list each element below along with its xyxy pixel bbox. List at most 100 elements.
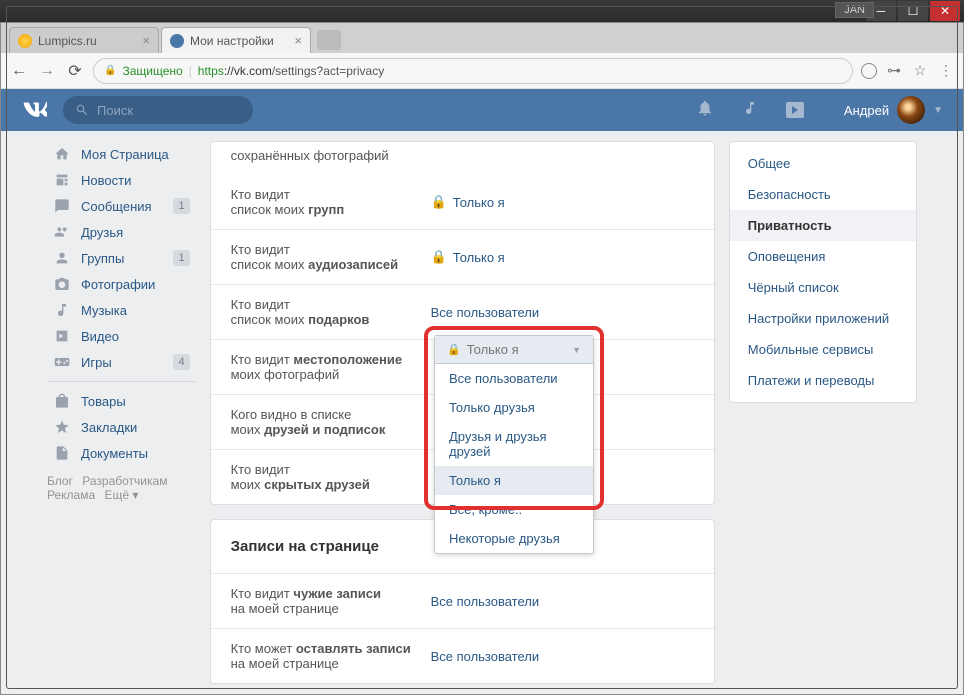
titlebar-label: JAN (835, 2, 874, 18)
footer-more[interactable]: Ещё ▾ (104, 488, 138, 502)
search-icon (75, 103, 89, 117)
secure-label: Защищено (122, 64, 182, 78)
star-icon (53, 419, 71, 435)
footer-links: Блог Разработчикам Реклама Ещё ▾ (47, 474, 196, 502)
news-icon (53, 172, 71, 188)
chevron-down-icon: ▼ (933, 105, 943, 116)
tab-blacklist[interactable]: Чёрный список (730, 272, 916, 303)
badge: 1 (173, 198, 189, 214)
nav-mypage[interactable]: Моя Страница (47, 141, 196, 167)
username-label: Андрей (844, 103, 889, 118)
close-icon[interactable]: × (294, 33, 302, 48)
search-input[interactable]: Поиск (63, 96, 253, 124)
favicon-vk (170, 34, 184, 48)
nav-news[interactable]: Новости (47, 167, 196, 193)
music-icon[interactable] (742, 100, 758, 121)
groups-icon (53, 250, 71, 266)
lock-icon: 🔒 (447, 343, 461, 356)
extension-icon[interactable] (861, 63, 877, 79)
dropdown-selected[interactable]: 🔒 Только я ▼ (435, 336, 593, 364)
setting-row-leave-posts: Кто может оставлять записина моей страни… (211, 629, 714, 683)
window-maximize-button[interactable]: ☐ (898, 1, 928, 21)
footer-blog[interactable]: Блог (47, 474, 73, 488)
nav-video[interactable]: Видео (47, 323, 196, 349)
tab-payments[interactable]: Платежи и переводы (730, 365, 916, 396)
avatar (897, 96, 925, 124)
dropdown-option[interactable]: Некоторые друзья (435, 524, 593, 553)
nav-bookmarks[interactable]: Закладки (47, 414, 196, 440)
tab-vk-settings[interactable]: Мои настройки × (161, 27, 311, 53)
nav-groups[interactable]: Группы1 (47, 245, 196, 271)
favicon-lumpics (18, 34, 32, 48)
setting-value[interactable]: Все пользователи (431, 641, 694, 671)
key-icon[interactable]: ⊶ (885, 62, 903, 79)
setting-row-gifts: Кто видитсписок моих подарков Все пользо… (211, 285, 714, 340)
video-icon (53, 328, 71, 344)
nav-music[interactable]: Музыка (47, 297, 196, 323)
menu-icon[interactable]: ⋮ (937, 62, 955, 79)
url-input[interactable]: 🔒 Защищено | https://vk.com/settings?act… (93, 58, 853, 84)
tab-general[interactable]: Общее (730, 148, 916, 179)
reload-button[interactable]: ⟳ (65, 61, 85, 81)
tab-privacy[interactable]: Приватность (730, 210, 916, 241)
setting-value[interactable]: Все пользователи (431, 297, 694, 327)
bag-icon (53, 393, 71, 409)
tab-label: Lumpics.ru (38, 34, 97, 48)
games-icon (53, 354, 71, 370)
setting-row-audio: Кто видитсписок моих аудиозаписей 🔒Тольк… (211, 230, 714, 285)
setting-row-groups: Кто видитсписок моих групп 🔒Только я (211, 175, 714, 230)
close-icon[interactable]: × (142, 33, 150, 48)
dropdown-option[interactable]: Друзья и друзья друзей (435, 422, 593, 466)
nav-photos[interactable]: Фотографии (47, 271, 196, 297)
tab-label: Мои настройки (190, 34, 274, 48)
doc-icon (53, 445, 71, 461)
badge: 4 (173, 354, 189, 370)
tab-security[interactable]: Безопасность (730, 179, 916, 210)
dropdown-option[interactable]: Только друзья (435, 393, 593, 422)
forward-button[interactable]: → (37, 62, 57, 80)
home-icon (53, 146, 71, 162)
notifications-icon[interactable] (696, 99, 714, 122)
tab-lumpics[interactable]: Lumpics.ru × (9, 27, 159, 53)
setting-value[interactable]: 🔒Только я (431, 187, 694, 217)
messages-icon (53, 198, 71, 214)
badge: 1 (173, 250, 189, 266)
new-tab-button[interactable] (317, 30, 341, 50)
friends-icon (53, 224, 71, 240)
camera-icon (53, 276, 71, 292)
tab-mobile[interactable]: Мобильные сервисы (730, 334, 916, 365)
user-menu[interactable]: Андрей ▼ (844, 96, 943, 124)
setting-value[interactable]: Все пользователи (431, 586, 694, 616)
footer-devs[interactable]: Разработчикам (82, 474, 167, 488)
nav-messages[interactable]: Сообщения1 (47, 193, 196, 219)
vk-header: Поиск Андрей ▼ (1, 89, 963, 131)
dropdown-option[interactable]: Все, кроме.. (435, 495, 593, 524)
privacy-dropdown[interactable]: 🔒 Только я ▼ Все пользователи Только дру… (434, 335, 594, 554)
window-close-button[interactable]: ✕ (930, 1, 960, 21)
search-placeholder: Поиск (97, 103, 133, 118)
nav-friends[interactable]: Друзья (47, 219, 196, 245)
window-titlebar: JAN ─ ☐ ✕ (0, 0, 964, 22)
nav-docs[interactable]: Документы (47, 440, 196, 466)
back-button[interactable]: ← (9, 62, 29, 80)
tab-strip: Lumpics.ru × Мои настройки × (1, 23, 963, 53)
left-nav: Моя Страница Новости Сообщения1 Друзья Г… (47, 141, 196, 694)
tab-notifications[interactable]: Оповещения (730, 241, 916, 272)
url-text: https://vk.com/settings?act=privacy (198, 64, 384, 78)
music-icon (53, 302, 71, 318)
play-button[interactable] (786, 102, 804, 118)
nav-market[interactable]: Товары (47, 388, 196, 414)
dropdown-option[interactable]: Все пользователи (435, 364, 593, 393)
setting-row-others-posts: Кто видит чужие записина моей странице В… (211, 574, 714, 629)
star-icon[interactable]: ☆ (911, 62, 929, 79)
setting-value[interactable]: 🔒Только я (431, 242, 694, 272)
nav-games[interactable]: Игры4 (47, 349, 196, 375)
chevron-down-icon: ▼ (572, 345, 581, 355)
footer-ads[interactable]: Реклама (47, 488, 95, 502)
vk-logo[interactable] (21, 97, 51, 123)
setting-row-truncated: сохранённых фотографий (211, 142, 714, 175)
address-bar: ← → ⟳ 🔒 Защищено | https://vk.com/settin… (1, 53, 963, 89)
dropdown-option-selected[interactable]: Только я (435, 466, 593, 495)
lock-icon: 🔒 (431, 249, 447, 265)
tab-apps[interactable]: Настройки приложений (730, 303, 916, 334)
